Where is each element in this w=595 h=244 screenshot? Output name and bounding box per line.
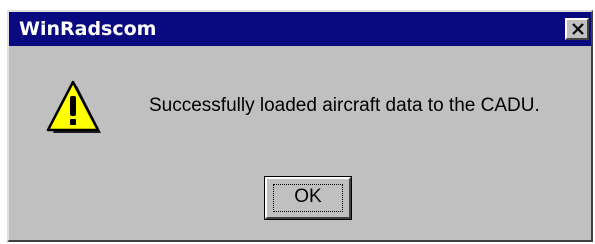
warning-icon: [46, 80, 101, 133]
ok-button-label: OK: [294, 186, 322, 207]
dialog-message: Successfully loaded aircraft data to the…: [149, 95, 540, 116]
title-bar[interactable]: WinRadscom: [9, 12, 591, 46]
close-button[interactable]: [565, 18, 589, 40]
ok-button[interactable]: OK: [264, 176, 352, 220]
message-dialog: WinRadscom Successfully loaded aircraft …: [7, 10, 593, 242]
close-icon: [572, 23, 584, 35]
window-title: WinRadscom: [19, 18, 157, 40]
